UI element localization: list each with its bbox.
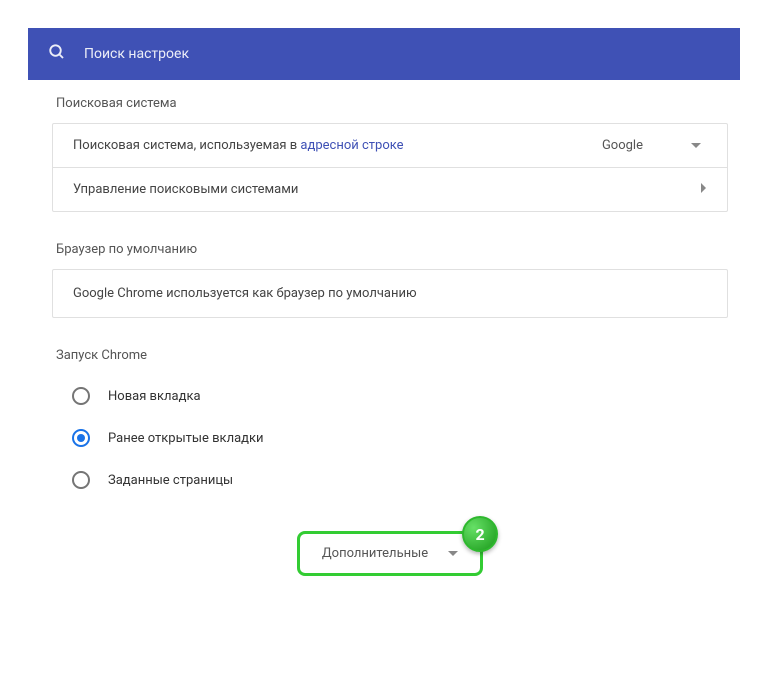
radio-icon-selected <box>72 429 90 447</box>
manage-search-engines-row[interactable]: Управление поисковыми системами <box>53 167 727 211</box>
radio-icon <box>72 471 90 489</box>
section-title-search-engine: Поисковая система <box>52 96 728 111</box>
search-engine-row[interactable]: Поисковая система, используемая в адресн… <box>53 124 727 167</box>
chevron-right-icon <box>701 182 707 197</box>
radio-label: Ранее открытые вкладки <box>108 431 264 446</box>
radio-specific-pages[interactable]: Заданные страницы <box>52 459 728 501</box>
section-title-startup: Запуск Chrome <box>52 348 728 363</box>
advanced-label: Дополнительные <box>322 546 428 561</box>
radio-previous-tabs[interactable]: Ранее открытые вкладки <box>52 417 728 459</box>
radio-icon <box>72 387 90 405</box>
address-bar-link[interactable]: адресной строке <box>300 138 403 153</box>
search-engine-card: Поисковая система, используемая в адресн… <box>52 123 728 212</box>
search-input[interactable] <box>84 46 720 62</box>
radio-new-tab[interactable]: Новая вкладка <box>52 375 728 417</box>
radio-label: Новая вкладка <box>108 389 201 404</box>
annotation-badge: 2 <box>462 516 498 552</box>
radio-label: Заданные страницы <box>108 473 233 488</box>
default-browser-card: Google Chrome используется как браузер п… <box>52 269 728 318</box>
default-browser-text: Google Chrome используется как браузер п… <box>73 286 417 301</box>
search-engine-select[interactable]: Google <box>602 138 707 153</box>
search-bar[interactable] <box>28 28 740 80</box>
search-engine-value: Google <box>602 138 643 153</box>
section-title-default-browser: Браузер по умолчанию <box>52 242 728 257</box>
chevron-down-icon <box>448 546 458 561</box>
manage-search-engines-label: Управление поисковыми системами <box>73 182 701 197</box>
startup-radio-group: Новая вкладка Ранее открытые вкладки Зад… <box>52 375 728 501</box>
search-icon <box>48 43 66 65</box>
dropdown-icon <box>691 138 701 153</box>
search-engine-label: Поисковая система, используемая в адресн… <box>73 138 602 153</box>
advanced-button[interactable]: Дополнительные 2 <box>297 531 483 576</box>
